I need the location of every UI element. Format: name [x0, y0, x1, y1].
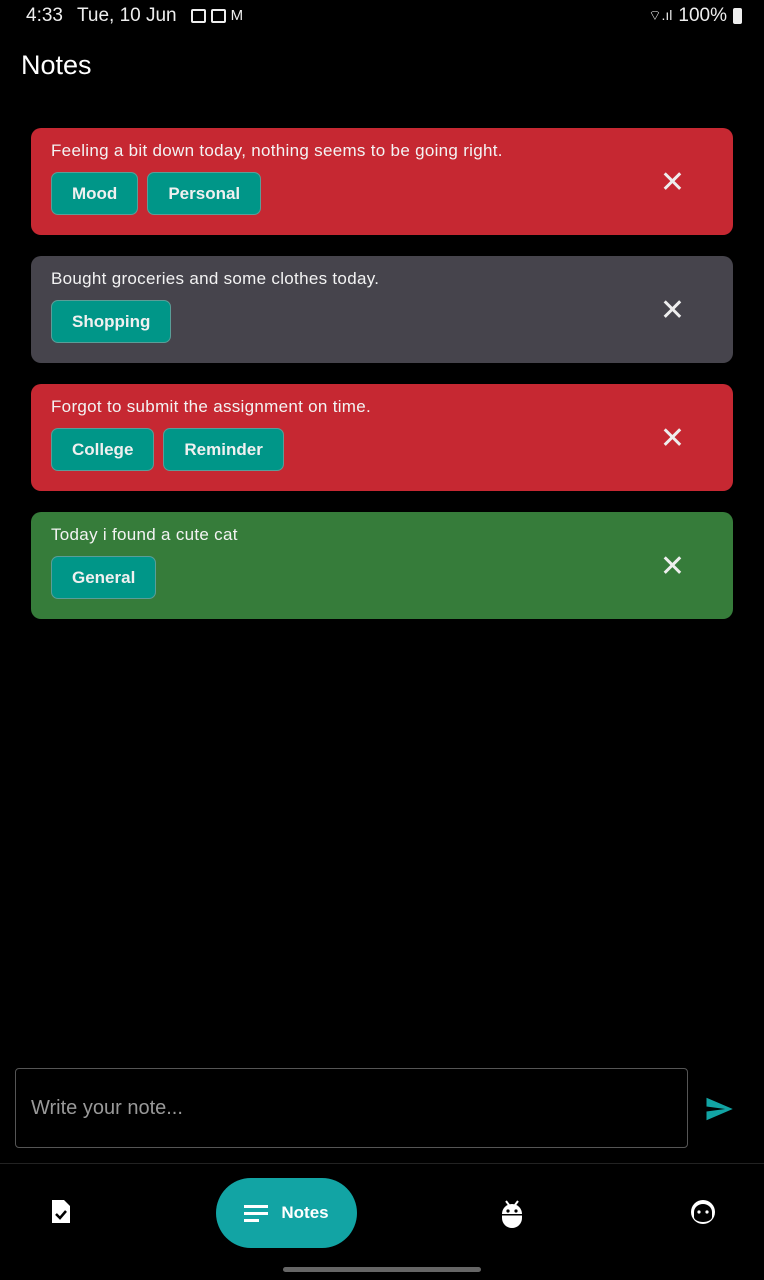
tasks-doc-icon[interactable]: [50, 1199, 72, 1225]
notes-lines-icon: [244, 1205, 269, 1222]
note-card[interactable]: Feeling a bit down today, nothing seems …: [31, 128, 733, 235]
note-text: Today i found a cute cat: [51, 525, 238, 544]
note-text: Forgot to submit the assignment on time.: [51, 397, 372, 416]
note-input-placeholder: Write your note...: [31, 1096, 183, 1119]
notification-icons: M: [190, 7, 246, 24]
page-title: Notes: [21, 50, 92, 80]
status-time: 4:33: [26, 5, 63, 26]
send-icon[interactable]: [704, 1094, 734, 1124]
delete-note-close-icon[interactable]: ✕: [660, 296, 685, 326]
battery-icon: [733, 8, 742, 24]
note-text: Feeling a bit down today, nothing seems …: [51, 141, 503, 160]
wifi-signal-icon: ⌔.ıl: [648, 7, 673, 23]
android-bot-icon[interactable]: [501, 1199, 523, 1229]
profile-face-icon[interactable]: [690, 1199, 716, 1225]
note-card[interactable]: Forgot to submit the assignment on time.…: [31, 384, 733, 491]
gmail-icon: M: [230, 7, 244, 24]
tag-chip[interactable]: General: [51, 556, 157, 599]
tag-chip[interactable]: Shopping: [51, 300, 172, 343]
gallery-icon: [190, 9, 206, 23]
tag-chip[interactable]: Mood: [51, 172, 139, 215]
tag-chip[interactable]: Personal: [147, 172, 262, 215]
note-card[interactable]: Bought groceries and some clothes today.…: [31, 256, 733, 363]
delete-note-close-icon[interactable]: ✕: [660, 552, 685, 582]
save-icon: [210, 9, 226, 23]
delete-note-close-icon[interactable]: ✕: [660, 424, 685, 454]
note-tags: College Reminder: [51, 428, 713, 471]
status-bar: 4:33 Tue, 10 Jun M ⌔.ıl 100%: [0, 0, 764, 32]
battery-level: 100%: [678, 5, 727, 26]
notes-list: Feeling a bit down today, nothing seems …: [31, 128, 733, 640]
note-tags: General: [51, 556, 713, 599]
gesture-handle[interactable]: [283, 1267, 481, 1272]
note-tags: Shopping: [51, 300, 713, 343]
note-tags: Mood Personal: [51, 172, 713, 215]
bottom-nav: Notes: [0, 1163, 764, 1280]
note-input[interactable]: Write your note...: [15, 1068, 688, 1148]
nav-notes-label: Notes: [281, 1203, 329, 1222]
tag-chip[interactable]: Reminder: [163, 428, 284, 471]
tag-chip[interactable]: College: [51, 428, 155, 471]
nav-notes-tab[interactable]: Notes: [216, 1178, 357, 1248]
note-text: Bought groceries and some clothes today.: [51, 269, 380, 288]
note-card[interactable]: Today i found a cute cat General ✕: [31, 512, 733, 619]
status-date: Tue, 10 Jun: [76, 5, 177, 26]
delete-note-close-icon[interactable]: ✕: [660, 168, 685, 198]
